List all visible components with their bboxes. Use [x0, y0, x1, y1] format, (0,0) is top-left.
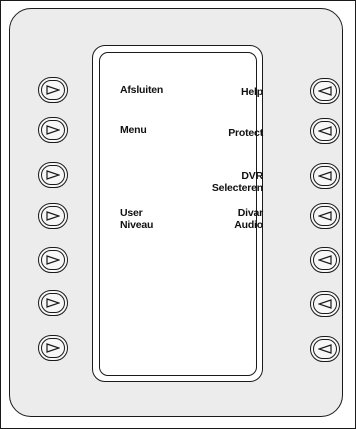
- triangle-left-icon: [318, 86, 332, 96]
- left-softkey-4[interactable]: [38, 203, 68, 229]
- triangle-left-icon: [318, 171, 332, 181]
- label-divar-audio-line2: Audio: [234, 219, 263, 231]
- triangle-right-icon: [46, 255, 60, 265]
- triangle-left-icon: [318, 255, 332, 265]
- triangle-right-icon: [46, 343, 60, 353]
- right-softkey-2[interactable]: [310, 118, 340, 144]
- triangle-right-icon: [46, 211, 60, 221]
- label-help: Help: [241, 86, 263, 98]
- label-protect: Protect: [228, 127, 263, 139]
- label-afsluiten: Afsluiten: [120, 84, 164, 96]
- triangle-right-icon: [46, 85, 60, 95]
- left-softkey-5[interactable]: [38, 247, 68, 273]
- label-dvr-selecteren: DVR Selecteren: [212, 170, 263, 194]
- label-divar-audio-line1: Divar: [237, 207, 263, 219]
- triangle-right-icon: [46, 125, 60, 135]
- right-softkey-1[interactable]: [310, 78, 340, 104]
- label-dvr-selecteren-line2: Selecteren: [211, 182, 263, 194]
- right-softkey-3[interactable]: [310, 163, 340, 189]
- left-softkey-7[interactable]: [38, 335, 68, 361]
- triangle-left-icon: [318, 299, 332, 309]
- left-softkey-6[interactable]: [38, 290, 68, 316]
- label-divar-audio: Divar Audio: [234, 207, 263, 231]
- label-user-niveau-line1: User: [120, 207, 143, 219]
- triangle-right-icon: [46, 298, 60, 308]
- left-softkey-2[interactable]: [38, 117, 68, 143]
- triangle-left-icon: [318, 344, 332, 354]
- right-softkey-6[interactable]: [310, 291, 340, 317]
- right-softkey-4[interactable]: [310, 203, 340, 229]
- left-softkey-1[interactable]: [38, 77, 68, 103]
- label-dvr-selecteren-line1: DVR: [241, 170, 263, 182]
- right-softkey-5[interactable]: [310, 247, 340, 273]
- label-user-niveau-line2: Niveau: [120, 219, 154, 231]
- triangle-left-icon: [318, 126, 332, 136]
- label-user-niveau: User Niveau: [120, 207, 153, 231]
- right-softkey-7[interactable]: [310, 336, 340, 362]
- triangle-left-icon: [318, 211, 332, 221]
- triangle-right-icon: [46, 170, 60, 180]
- label-menu: Menu: [120, 124, 147, 136]
- left-softkey-3[interactable]: [38, 162, 68, 188]
